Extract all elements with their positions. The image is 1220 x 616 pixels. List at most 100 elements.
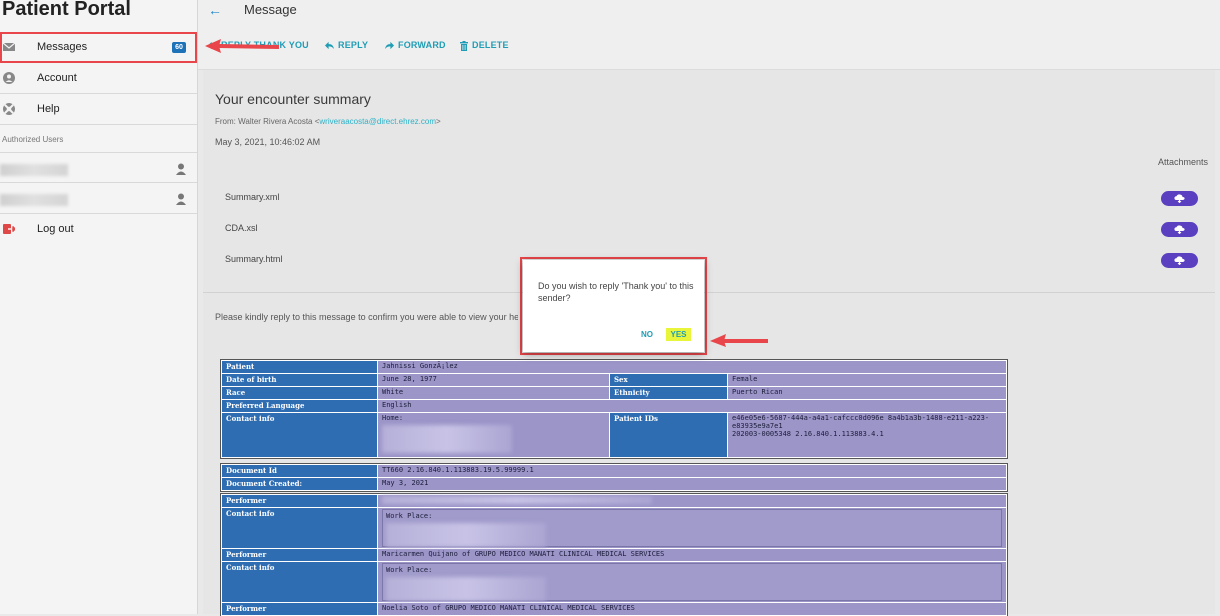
performer-value: Noelia Soto of GRUPO MEDICO MANATI CLINI… [378, 603, 1006, 615]
messages-highlight-box [0, 32, 197, 63]
reply-icon [325, 42, 334, 50]
performer-value: Maricarmen Quijano of GRUPO MEDICO MANAT… [378, 549, 1006, 561]
redacted-address [386, 577, 546, 601]
account-icon [3, 72, 15, 84]
authorized-user-row[interactable] [0, 183, 197, 214]
from-prefix: From: Walter Rivera Acosta < [215, 117, 320, 126]
no-button[interactable]: NO [641, 330, 653, 339]
reply-label: REPLY [338, 40, 369, 50]
cloud-download-icon [1174, 194, 1185, 203]
patient-name: Jahnissi GonzÃ¡lez [378, 361, 1006, 373]
performer-label: Performer [222, 495, 377, 507]
sidebar-item-help[interactable]: Help [0, 94, 197, 125]
page-title: Message [244, 2, 297, 17]
document-created-label: Document Created: [222, 478, 377, 490]
person-icon [176, 193, 186, 205]
contact-info-label: Contact info [222, 508, 377, 548]
performer-value [378, 495, 1006, 507]
logout-icon [3, 224, 15, 234]
from-suffix: > [436, 117, 441, 126]
attachment-name: Summary.xml [225, 192, 280, 202]
sidebar: Patient Portal Messages 60 Account Help … [0, 0, 198, 614]
work-place-box: Work Place: [382, 563, 1002, 601]
performer-label: Performer [222, 603, 377, 615]
patient-label: Patient [222, 361, 377, 373]
delete-label: DELETE [472, 40, 509, 50]
forward-icon [385, 42, 394, 50]
authorized-user-row[interactable] [0, 152, 197, 183]
sidebar-item-label: Help [37, 103, 60, 115]
performer-label: Performer [222, 549, 377, 561]
patient-ids-label: Patient IDs [610, 413, 727, 457]
annotation-arrow [710, 334, 768, 347]
redacted-user-name [0, 194, 68, 206]
sex-value: Female [728, 374, 1006, 386]
sex-label: Sex [610, 374, 727, 386]
ethnicity-value: Puerto Rican [728, 387, 1006, 399]
patient-id-2: 202003-0005348 2.16.840.1.113883.4.1 [732, 430, 884, 438]
redacted-performer [382, 496, 652, 504]
reply-button[interactable]: REPLY [325, 40, 368, 50]
divider [203, 292, 1215, 293]
work-place-box: Work Place: [382, 509, 1002, 547]
dob-label: Date of birth [222, 374, 377, 386]
language-value: English [378, 400, 1006, 412]
sidebar-item-logout[interactable]: Log out [0, 214, 197, 245]
patient-id-1: e46e05e6-5687-444a-a4a1-cafccc0d096e 8a4… [732, 414, 990, 430]
message-body-text: Please kindly reply to this message to c… [215, 312, 518, 322]
message-content: Your encounter summary From: Walter Rive… [203, 70, 1215, 616]
document-id-label: Document Id [222, 465, 377, 477]
help-icon [3, 103, 15, 115]
redacted-address [382, 425, 512, 453]
language-label: Preferred Language [222, 400, 377, 412]
main-panel: ← Message REPLY THANK YOU REPLY FORWARD … [198, 0, 1220, 616]
back-arrow-icon[interactable]: ← [208, 2, 222, 18]
contact-info-label: Contact info [222, 562, 377, 602]
confirm-dialog: Do you wish to reply 'Thank you' to this… [523, 260, 704, 352]
attachment-name: CDA.xsl [225, 223, 258, 233]
forward-button[interactable]: FORWARD [385, 40, 446, 50]
sidebar-item-account[interactable]: Account [0, 63, 197, 94]
download-attachment-button[interactable] [1161, 222, 1198, 237]
portal-title: Patient Portal [2, 0, 131, 20]
yes-button[interactable]: YES [666, 328, 691, 341]
message-date: May 3, 2021, 10:46:02 AM [215, 137, 321, 147]
contact-info-label: Contact info [222, 413, 377, 457]
delete-button[interactable]: DELETE [460, 40, 509, 51]
contact-info-value: Work Place: [378, 562, 1006, 602]
redacted-address [386, 523, 546, 547]
authorized-users-label: Authorized Users [2, 135, 64, 144]
ethnicity-label: Ethnicity [610, 387, 727, 399]
dob-value: June 28, 1977 [378, 374, 609, 386]
message-header: ← Message REPLY THANK YOU REPLY FORWARD … [198, 0, 1220, 70]
message-subject: Your encounter summary [215, 91, 371, 107]
download-attachment-button[interactable] [1161, 253, 1198, 268]
sidebar-item-label: Log out [37, 223, 74, 235]
forward-label: FORWARD [398, 40, 446, 50]
redacted-user-name [0, 164, 68, 176]
performer-table: Performer Contact info Work Place: Perfo… [220, 493, 1008, 616]
patient-ids-value: e46e05e6-5687-444a-a4a1-cafccc0d096e 8a4… [728, 413, 1006, 457]
person-icon [176, 163, 186, 175]
dialog-message: Do you wish to reply 'Thank you' to this… [538, 281, 694, 303]
contact-info-value: Work Place: [378, 508, 1006, 548]
annotation-arrow [205, 39, 280, 53]
work-place-label: Work Place: [386, 566, 433, 574]
patient-info-table: Patient Jahnissi GonzÃ¡lez Date of birth… [220, 359, 1008, 459]
cloud-download-icon [1174, 225, 1185, 234]
document-id-value: TT660 2.16.840.1.113883.19.5.99999.1 [378, 465, 1006, 477]
cloud-download-icon [1174, 256, 1185, 265]
contact-info-value: Home: [378, 413, 609, 457]
work-place-label: Work Place: [386, 512, 433, 520]
document-info-table: Document Id TT660 2.16.840.1.113883.19.5… [220, 463, 1008, 492]
document-created-value: May 3, 2021 [378, 478, 1006, 490]
home-label: Home: [382, 414, 404, 422]
sender-email-link[interactable]: wriveraacosta@direct.ehrez.com [319, 117, 436, 126]
trash-icon [460, 40, 468, 51]
race-label: Race [222, 387, 377, 399]
race-value: White [378, 387, 609, 399]
sidebar-item-label: Account [37, 72, 77, 84]
message-from: From: Walter Rivera Acosta <wriveraacost… [215, 117, 441, 126]
download-attachment-button[interactable] [1161, 191, 1198, 206]
attachments-header: Attachments [1158, 157, 1209, 167]
